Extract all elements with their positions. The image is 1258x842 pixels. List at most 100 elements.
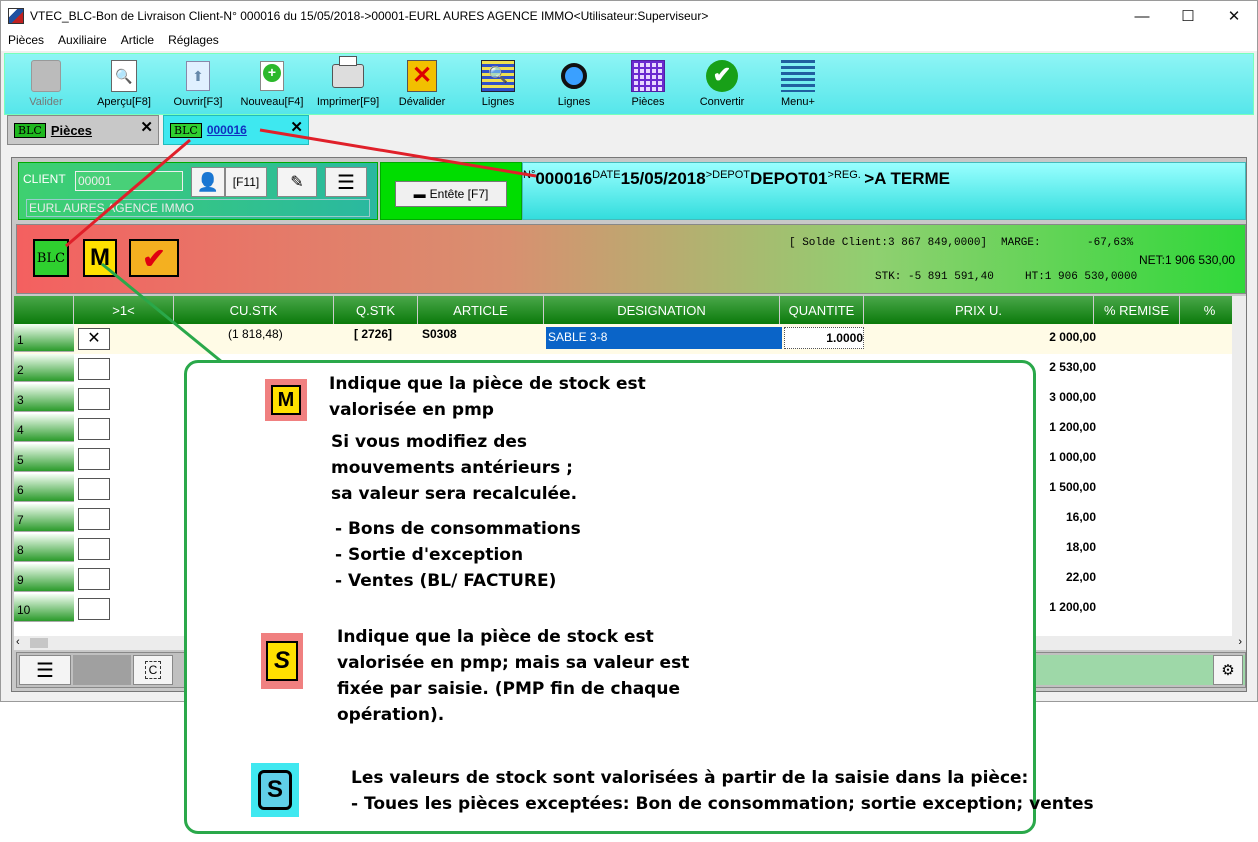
open-icon: ⬆ xyxy=(181,58,215,94)
column-pct[interactable]: % xyxy=(1180,296,1240,324)
column-rownum xyxy=(14,296,74,324)
new-icon: + xyxy=(255,58,289,94)
summary-band: BLC M ✔ [ Solde Client:3 867 849,0000] M… xyxy=(16,224,1246,294)
title-bar: VTEC_BLC-Bon de Livraison Client-N° 0000… xyxy=(1,1,1257,31)
stk-total: STK: -5 891 591,40 xyxy=(875,271,994,283)
row-checkbox[interactable] xyxy=(78,598,110,620)
row-checkbox[interactable] xyxy=(78,388,110,410)
user-icon: 👤 xyxy=(196,171,220,192)
row-checkbox[interactable] xyxy=(78,418,110,440)
row-checkbox[interactable] xyxy=(78,538,110,560)
entete-section: ▬ Entête [F7] xyxy=(380,162,522,220)
scroll-left-icon[interactable]: ‹ xyxy=(16,636,20,648)
document-info: N°000016DATE15/05/2018>DEPOTDEPOT01>REG.… xyxy=(522,162,1246,220)
magnifier-icon xyxy=(557,58,591,94)
edit-icon: ✎ xyxy=(290,174,304,191)
column-prix[interactable]: PRIX U. xyxy=(864,296,1094,324)
close-icon[interactable]: ✕ xyxy=(290,118,303,136)
row-checkbox[interactable] xyxy=(78,508,110,530)
menu-reglages[interactable]: Réglages xyxy=(161,31,226,51)
row-checkbox[interactable] xyxy=(78,448,110,470)
row-checkbox[interactable] xyxy=(78,358,110,380)
minimize-button[interactable]: — xyxy=(1119,1,1165,31)
menu-auxiliaire[interactable]: Auxiliaire xyxy=(51,31,114,51)
menu-article[interactable]: Article xyxy=(114,31,161,51)
hamburger-icon: ☰ xyxy=(337,171,355,194)
cell-prix[interactable]: 2 000,00 xyxy=(868,327,1096,349)
user-button[interactable]: 👤 xyxy=(191,167,225,197)
m-line-5: sa valeur sera recalculée. xyxy=(331,484,578,504)
pieces-button[interactable]: Pièces xyxy=(613,54,683,114)
column-designation[interactable]: DESIGNATION xyxy=(544,296,780,324)
menu-pieces[interactable]: Pièces xyxy=(1,31,51,51)
devalider-button[interactable]: ✕ Dévalider xyxy=(387,54,457,114)
client-code-field[interactable]: 00001 xyxy=(75,171,183,191)
tab-document[interactable]: BLC 000016 ✕ xyxy=(163,115,309,145)
cell-article[interactable]: S0308 xyxy=(422,327,457,349)
cell-qstk: [ 2726] xyxy=(354,327,393,341)
footer-menu-button[interactable]: ☰ xyxy=(19,655,71,685)
s1-line-3: fixée par saisie. (PMP fin de chaque xyxy=(337,679,680,699)
maximize-button[interactable]: ☐ xyxy=(1165,1,1211,31)
convert-icon: ✔ xyxy=(705,58,739,94)
close-button[interactable]: ✕ xyxy=(1211,1,1257,31)
num-label: N° xyxy=(523,169,536,181)
printer-icon xyxy=(331,56,365,94)
cell-quantite[interactable]: 1.0000 xyxy=(784,327,864,349)
client-name-field[interactable]: EURL AURES AGENCE IMMO xyxy=(26,199,370,217)
lignes-zoom-button[interactable]: Lignes xyxy=(539,54,609,114)
close-icon[interactable]: ✕ xyxy=(140,118,153,136)
valider-icon xyxy=(29,58,63,94)
m-icon[interactable]: M xyxy=(83,239,117,277)
imprimer-button[interactable]: Imprimer[F9] xyxy=(313,54,383,114)
client-section: CLIENT 00001 👤 [F11] ✎ ☰ EURL AURES AGEN… xyxy=(18,162,378,220)
entete-button[interactable]: ▬ Entête [F7] xyxy=(395,181,507,207)
column-quantite[interactable]: QUANTITE xyxy=(780,296,864,324)
app-icon xyxy=(8,8,24,24)
calendar-button[interactable]: C xyxy=(133,655,173,685)
settings-button[interactable]: ⚙ xyxy=(1213,655,1243,685)
scroll-thumb[interactable] xyxy=(30,638,48,648)
apercu-button[interactable]: 🔍 Aperçu[F8] xyxy=(89,54,159,114)
blc-badge: BLC xyxy=(170,122,202,138)
column-toggle[interactable]: >1< xyxy=(74,296,174,324)
depot-label: >DEPOT xyxy=(705,169,751,181)
column-custk[interactable]: CU.STK xyxy=(174,296,334,324)
column-article[interactable]: ARTICLE xyxy=(418,296,544,324)
client-label: CLIENT xyxy=(23,172,66,186)
lignes-search-button[interactable]: 🔍 Lignes xyxy=(463,54,533,114)
vertical-scrollbar[interactable] xyxy=(1232,296,1246,636)
edit-button[interactable]: ✎ xyxy=(277,167,317,197)
valider-button[interactable]: Valider xyxy=(11,54,81,114)
column-remise[interactable]: % REMISE xyxy=(1094,296,1180,324)
f11-button[interactable]: [F11] xyxy=(225,167,267,197)
table-row[interactable]: 1 ✕ (1 818,48) [ 2726] S0308 SABLE 3-8 1… xyxy=(14,324,1232,354)
tab-pieces[interactable]: BLC Pièces ✕ xyxy=(7,115,159,145)
ht-total: HT:1 906 530,0000 xyxy=(1025,271,1138,283)
doc-date: 15/05/2018 xyxy=(620,169,706,188)
list-item-3: - Ventes (BL/ FACTURE) xyxy=(335,571,557,591)
hamburger-button[interactable]: ☰ xyxy=(325,167,367,197)
column-qstk[interactable]: Q.STK xyxy=(334,296,418,324)
m-line-1: Indique que la pièce de stock est xyxy=(329,374,646,394)
nouveau-button[interactable]: + Nouveau[F4] xyxy=(237,54,307,114)
m-legend-icon: M xyxy=(265,379,307,421)
row-checkbox[interactable] xyxy=(78,568,110,590)
list-item-1: - Bons de consommations xyxy=(335,519,581,539)
cell-designation[interactable]: SABLE 3-8 xyxy=(546,327,782,349)
net-total: NET:1 906 530,00 xyxy=(1139,253,1236,267)
menu-plus-button[interactable]: Menu+ xyxy=(763,54,833,114)
reg-label: >REG. xyxy=(827,169,861,181)
s-saisie-legend-icon: S xyxy=(251,763,299,817)
check-icon[interactable]: ✔ xyxy=(129,239,179,277)
legend-callout: M Indique que la pièce de stock est valo… xyxy=(184,360,1094,834)
row-checkbox[interactable] xyxy=(78,478,110,500)
ouvrir-button[interactable]: ⬆ Ouvrir[F3] xyxy=(163,54,233,114)
scroll-right-icon[interactable]: › xyxy=(1238,636,1242,648)
grid-icon xyxy=(631,58,665,94)
preview-icon: 🔍 xyxy=(107,58,141,94)
convertir-button[interactable]: ✔ Convertir xyxy=(687,54,757,114)
x-checkbox[interactable]: ✕ xyxy=(78,328,110,350)
sliders-icon: ⚙ xyxy=(1221,662,1235,679)
doc-depot: DEPOT01 xyxy=(750,169,828,188)
